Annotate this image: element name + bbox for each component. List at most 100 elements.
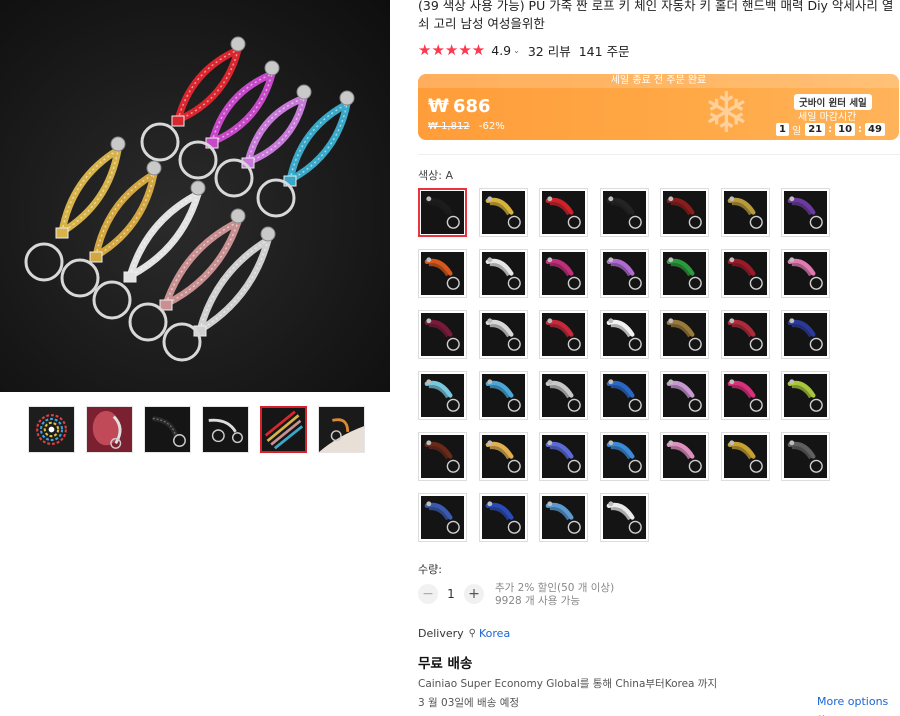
swatch-thumbnail: [542, 191, 585, 234]
color-swatch[interactable]: [539, 493, 588, 542]
thumbnail-2[interactable]: [86, 406, 133, 453]
swatch-thumbnail: [602, 313, 646, 356]
divider: [418, 154, 900, 155]
sale-banner: 세일 종료 전 주문 완료 ₩ 686 ₩ 1,812 -62% ❄ 굿바이 윈…: [418, 74, 899, 140]
swatch-thumbnail: [723, 191, 767, 234]
original-price-row: ₩ 1,812 -62%: [428, 121, 505, 132]
color-swatch[interactable]: [720, 432, 770, 481]
color-swatch[interactable]: [478, 493, 528, 542]
color-swatch[interactable]: [781, 371, 830, 420]
color-swatch[interactable]: [660, 188, 709, 237]
quantity-decrease-button[interactable]: −: [418, 584, 438, 604]
swatch-thumbnail: [602, 496, 646, 539]
sale-banner-note: 세일 종료 전 주문 완료: [418, 74, 899, 88]
swatch-thumbnail: [784, 435, 827, 478]
swatch-thumbnail: [542, 435, 585, 478]
color-swatch[interactable]: [599, 188, 649, 237]
swatch-thumbnail: [723, 313, 767, 356]
swatch-thumbnail: [421, 191, 464, 234]
swatch-thumbnail: [542, 252, 585, 295]
color-swatch[interactable]: [418, 188, 467, 237]
color-swatch[interactable]: [599, 310, 649, 359]
swatch-thumbnail: [602, 191, 646, 234]
chevron-down-icon[interactable]: ⌄: [513, 46, 520, 55]
thumbnail-image: [29, 407, 74, 452]
shipping-title: 무료 배송: [418, 656, 473, 672]
swatch-thumbnail: [481, 252, 525, 295]
swatch-thumbnail: [602, 435, 646, 478]
color-swatch[interactable]: [539, 249, 588, 298]
color-swatch[interactable]: [418, 249, 467, 298]
color-swatch[interactable]: [539, 432, 588, 481]
swatch-thumbnail: [421, 435, 464, 478]
bulk-discount-note: 추가 2% 할인(50 개 이상): [495, 582, 615, 594]
thumbnail-image: [319, 407, 364, 452]
color-swatch[interactable]: [781, 432, 830, 481]
thumbnail-1[interactable]: [28, 406, 75, 453]
color-swatch[interactable]: [599, 493, 649, 542]
quantity-increase-button[interactable]: +: [464, 584, 484, 604]
thumbnail-image: [87, 407, 132, 452]
color-swatch[interactable]: [478, 371, 528, 420]
color-swatch[interactable]: [660, 371, 709, 420]
product-title: (39 색상 사용 가능) PU 가죽 짠 로프 키 체인 자동차 키 홀더 핸…: [418, 0, 894, 31]
rating-score: 4.9: [491, 42, 512, 58]
color-swatch[interactable]: [660, 310, 709, 359]
color-swatch[interactable]: [539, 310, 588, 359]
swatch-thumbnail: [784, 252, 827, 295]
quantity-stepper: − 1 +: [418, 584, 484, 604]
color-swatch[interactable]: [599, 249, 649, 298]
swatch-thumbnail: [663, 374, 706, 417]
color-swatch[interactable]: [720, 249, 770, 298]
timer-seconds: 49: [865, 123, 885, 136]
color-swatch[interactable]: [418, 432, 467, 481]
color-swatch[interactable]: [478, 310, 528, 359]
color-swatch[interactable]: [539, 188, 588, 237]
product-main-image[interactable]: [0, 0, 390, 392]
color-swatch[interactable]: [539, 371, 588, 420]
swatch-thumbnail: [784, 191, 827, 234]
color-swatch[interactable]: [478, 432, 528, 481]
swatch-thumbnail: [602, 252, 646, 295]
thumbnail-5-selected[interactable]: [260, 406, 307, 453]
timer-hours: 21: [805, 123, 826, 136]
more-options-link[interactable]: More options ⌄: [817, 695, 900, 716]
swatch-thumbnail: [421, 313, 464, 356]
quantity-value[interactable]: 1: [438, 587, 464, 601]
swatch-thumbnail: [481, 374, 525, 417]
color-swatch[interactable]: [418, 310, 467, 359]
rating-row: ★★★★★ 4.9 ⌄ 32 리뷰 141 주문: [418, 41, 900, 60]
swatch-thumbnail: [663, 191, 706, 234]
color-swatch[interactable]: [418, 371, 467, 420]
color-swatch[interactable]: [418, 493, 467, 542]
orders-count: 141 주문: [578, 43, 630, 59]
discount-percent: -62%: [478, 121, 505, 132]
reviews-link[interactable]: 32 리뷰: [528, 41, 571, 60]
swatch-thumbnail: [663, 252, 706, 295]
color-swatch[interactable]: [781, 249, 830, 298]
quantity-notes: 추가 2% 할인(50 개 이상) 9928 개 사용 가능: [495, 582, 614, 608]
shipping-eta: 3 월 03일에 배송 예정: [418, 697, 520, 709]
color-swatch[interactable]: [599, 432, 649, 481]
color-swatch[interactable]: [781, 310, 830, 359]
color-swatch[interactable]: [720, 310, 770, 359]
product-info: (39 색상 사용 가능) PU 가죽 짠 로프 키 체인 자동차 키 홀더 핸…: [418, 0, 900, 716]
color-swatch[interactable]: [781, 188, 830, 237]
color-swatch[interactable]: [720, 188, 770, 237]
color-label: 색상: A: [418, 169, 453, 182]
color-swatch[interactable]: [660, 432, 709, 481]
rating-stars: ★★★★★: [418, 41, 486, 59]
delivery-location-link[interactable]: Korea: [479, 627, 510, 640]
thumbnail-3[interactable]: [144, 406, 191, 453]
delivery-row: Delivery ⚲ Korea: [418, 627, 510, 640]
color-swatch-grid: [418, 188, 900, 542]
color-swatch[interactable]: [478, 188, 528, 237]
color-swatch[interactable]: [660, 249, 709, 298]
color-swatch[interactable]: [599, 371, 649, 420]
timer-day-unit: 일: [792, 126, 802, 137]
thumbnail-4[interactable]: [202, 406, 249, 453]
swatch-thumbnail: [784, 374, 827, 417]
thumbnail-6[interactable]: [318, 406, 365, 453]
color-swatch[interactable]: [720, 371, 770, 420]
color-swatch[interactable]: [478, 249, 528, 298]
